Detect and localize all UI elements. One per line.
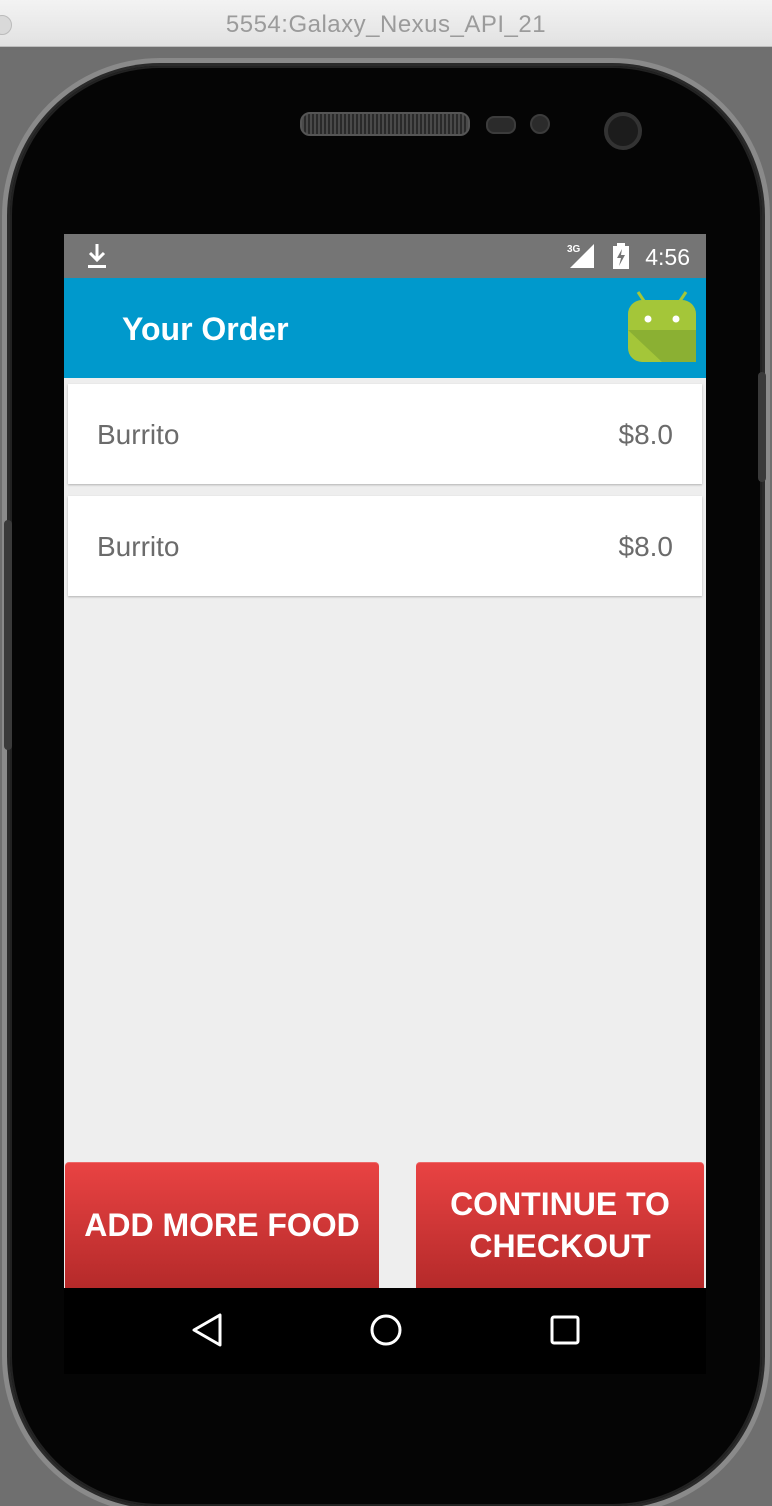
power-button[interactable]	[4, 520, 12, 750]
signal-icon: 3G	[566, 242, 596, 275]
back-icon[interactable]	[190, 1312, 224, 1353]
battery-icon	[612, 243, 630, 274]
item-name: Burrito	[97, 531, 180, 562]
network-type-label: 3G	[567, 244, 581, 255]
item-price: $8.0	[618, 531, 674, 562]
list-item[interactable]: Burrito $8.0	[68, 384, 702, 484]
earpiece-speaker	[300, 112, 470, 136]
home-icon[interactable]	[368, 1312, 404, 1353]
proximity-sensor	[486, 116, 516, 134]
page-title: Your Order	[122, 311, 289, 347]
list-item[interactable]: Burrito $8.0	[68, 496, 702, 596]
download-icon	[86, 242, 108, 275]
add-more-food-button[interactable]: ADD MORE FOOD	[65, 1162, 379, 1288]
navigation-bar	[64, 1288, 706, 1374]
status-bar: 3G 4:56	[64, 234, 706, 278]
item-price: $8.0	[618, 419, 674, 450]
recents-icon[interactable]	[548, 1312, 582, 1353]
android-logo-icon	[626, 290, 698, 369]
continue-to-checkout-button[interactable]: CONTINUE TO CHECKOUT	[416, 1162, 704, 1288]
action-bar: Your Order	[64, 278, 706, 378]
status-time: 4:56	[645, 244, 690, 270]
front-camera	[604, 112, 642, 150]
item-name: Burrito	[97, 419, 180, 450]
device-screen: 3G 4:56 Your Order Burrito $8.0 Burrito …	[64, 234, 706, 1374]
light-sensor	[530, 114, 550, 134]
volume-button[interactable]	[758, 372, 766, 482]
window-title: 5554:Galaxy_Nexus_API_21	[225, 11, 547, 38]
emulator-titlebar: 5554:Galaxy_Nexus_API_21	[0, 0, 772, 47]
